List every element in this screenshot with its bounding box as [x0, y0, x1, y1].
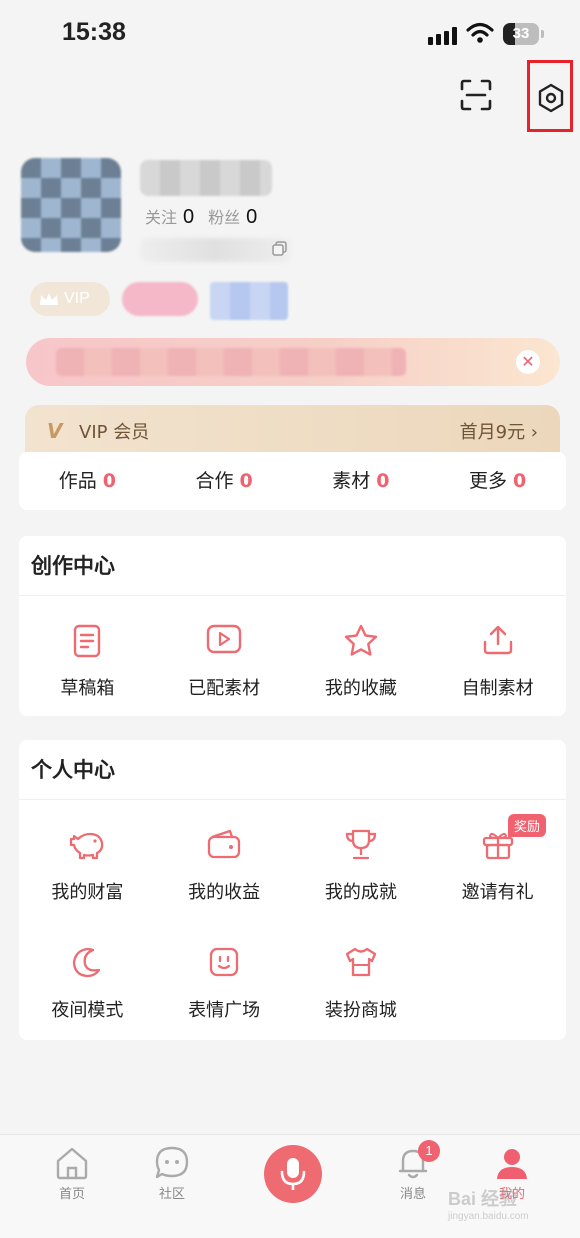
promo-banner[interactable]: ✕	[26, 338, 560, 386]
vip-card-promo[interactable]: 首月9元 ›	[460, 418, 538, 444]
personal-item-achievements[interactable]: 我的成就	[293, 800, 430, 918]
user-id-blurred	[140, 238, 290, 262]
avatar[interactable]	[21, 158, 121, 252]
level-badge-blurred[interactable]	[122, 282, 198, 316]
close-icon[interactable]: ✕	[516, 350, 540, 374]
microphone-icon	[280, 1158, 306, 1190]
play-icon	[206, 624, 242, 654]
fans-label: 粉丝	[208, 210, 241, 227]
fans-count[interactable]: 0	[246, 206, 257, 229]
moon-icon	[73, 947, 101, 978]
personal-item-dress-shop[interactable]: 装扮商城	[293, 918, 430, 1036]
personal-center-title: 个人中心	[19, 740, 566, 800]
personal-item-invite[interactable]: 奖励 邀请有礼	[429, 800, 566, 918]
works-bar: 作品 0 合作 0 素材 0 更多 0	[19, 452, 566, 510]
settings-icon[interactable]	[536, 83, 566, 113]
copy-icon[interactable]	[272, 241, 288, 257]
gift-icon	[482, 832, 513, 860]
personal-item-emoji-plaza[interactable]: 表情广场	[156, 918, 293, 1036]
personal-item-earnings[interactable]: 我的收益	[156, 800, 293, 918]
scan-icon[interactable]	[459, 78, 493, 112]
follow-stats: 关注 0 粉丝 0	[145, 204, 271, 229]
shirt-icon	[345, 947, 377, 977]
banner-text-blurred	[56, 348, 406, 376]
status-bar: 15:38 33	[0, 0, 580, 66]
badge-row: VIP	[30, 282, 288, 320]
works-tab-collab[interactable]: 合作 0	[156, 452, 293, 510]
personal-center-card: 个人中心 我的财富 我的收益 我的成就 奖励 邀请有礼 夜间模式 表情广场 装扮…	[19, 740, 566, 1040]
upload-icon	[483, 625, 512, 655]
following-count[interactable]: 0	[183, 206, 194, 229]
trophy-icon	[345, 829, 377, 860]
chat-bubble-icon	[155, 1146, 189, 1179]
creation-item-favorites[interactable]: 我的收藏	[293, 596, 430, 714]
creation-item-drafts[interactable]: 草稿箱	[19, 596, 156, 714]
creation-item-matched[interactable]: 已配素材	[156, 596, 293, 714]
wifi-icon	[466, 22, 494, 43]
piggy-bank-icon	[70, 832, 104, 860]
record-button[interactable]	[264, 1145, 322, 1203]
works-tab-more[interactable]: 更多 0	[429, 452, 566, 510]
watermark: Bai 经验 jingyan.baidu.com	[448, 1189, 529, 1222]
wallet-icon	[207, 829, 241, 859]
username-blurred	[140, 160, 272, 196]
vip-membership-card[interactable]: V VIP 会员 首月9元 ›	[25, 405, 560, 455]
crown-icon	[40, 293, 58, 305]
tab-messages[interactable]: 消息	[373, 1145, 453, 1202]
tab-home[interactable]: 首页	[32, 1145, 112, 1202]
works-tab-works[interactable]: 作品 0	[19, 452, 156, 510]
star-icon	[344, 624, 378, 656]
settings-highlight-box[interactable]	[527, 60, 573, 132]
vip-badge[interactable]: VIP	[30, 282, 110, 316]
creation-center-title: 创作中心	[19, 536, 566, 596]
personal-item-night-mode[interactable]: 夜间模式	[19, 918, 156, 1036]
creation-item-self-made[interactable]: 自制素材	[429, 596, 566, 714]
following-label: 关注	[145, 210, 178, 227]
emoji-icon	[209, 947, 239, 977]
battery-icon: 33	[503, 23, 544, 45]
vip-badge-label: VIP	[64, 290, 90, 307]
cellular-signal-icon	[428, 27, 457, 45]
vip-logo-icon: V	[47, 419, 63, 443]
medal-badge-blurred[interactable]	[210, 282, 288, 320]
draft-icon	[74, 624, 101, 658]
home-icon	[56, 1147, 88, 1180]
tab-community[interactable]: 社区	[132, 1145, 212, 1202]
creation-center-card: 创作中心 草稿箱 已配素材 我的收藏 自制素材	[19, 536, 566, 716]
vip-card-title: VIP 会员	[79, 422, 150, 443]
messages-badge: 1	[418, 1140, 440, 1162]
user-icon	[497, 1149, 527, 1179]
personal-item-wealth[interactable]: 我的财富	[19, 800, 156, 918]
status-time: 15:38	[62, 18, 126, 46]
works-tab-materials[interactable]: 素材 0	[293, 452, 430, 510]
